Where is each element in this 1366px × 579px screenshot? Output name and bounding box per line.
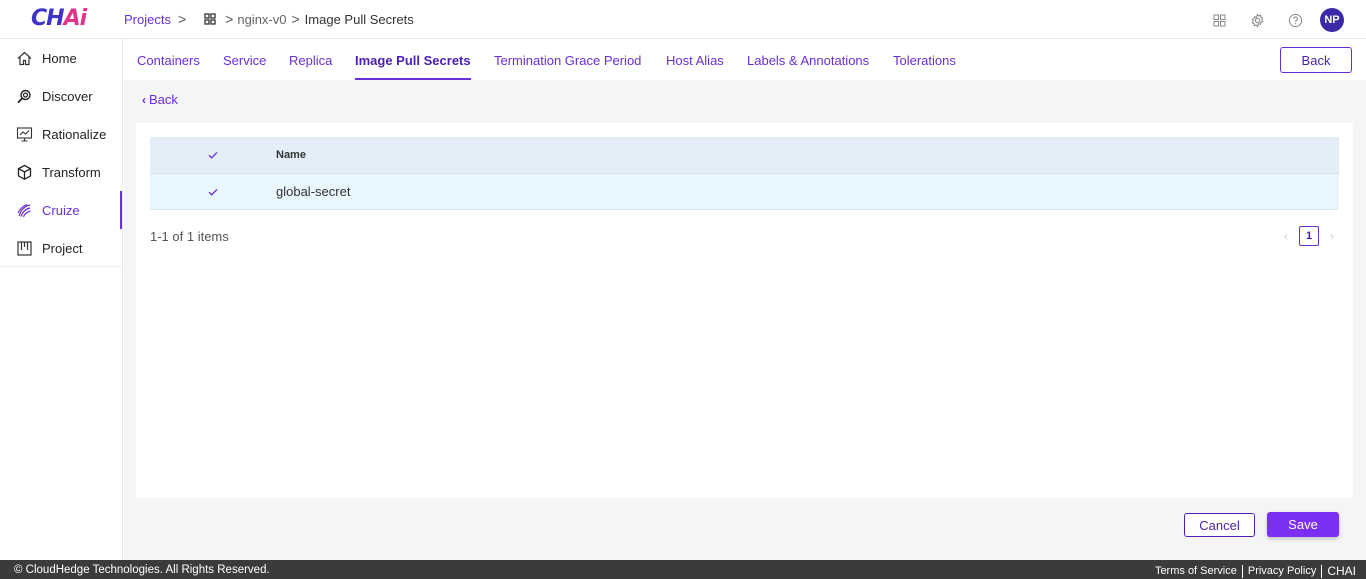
row-check-cell xyxy=(150,185,276,199)
prev-page-icon[interactable]: ‹ xyxy=(1279,229,1293,243)
grid-icon[interactable] xyxy=(204,13,216,25)
pagination: ‹ 1 › xyxy=(1279,226,1339,246)
sidebar-item-project[interactable]: Project xyxy=(0,229,122,267)
sidebar-item-cruize[interactable]: Cruize xyxy=(0,191,122,229)
cube-icon xyxy=(16,164,33,181)
select-all-checkbox[interactable] xyxy=(206,148,220,162)
tab-replica[interactable]: Replica xyxy=(289,53,332,80)
sidebar-divider xyxy=(0,266,122,267)
sidebar-item-label: Discover xyxy=(42,88,93,104)
cruize-icon xyxy=(16,202,33,219)
sidebar-item-label: Cruize xyxy=(42,202,80,218)
back-link[interactable]: ‹ Back xyxy=(142,92,178,107)
footer: © CloudHedge Technologies. All Rights Re… xyxy=(0,560,1366,579)
tab-image-pull-secrets[interactable]: Image Pull Secrets xyxy=(355,53,471,80)
save-button[interactable]: Save xyxy=(1267,512,1339,537)
secrets-table: Name global-secret xyxy=(150,137,1339,210)
cancel-button[interactable]: Cancel xyxy=(1184,513,1255,537)
back-link-label: Back xyxy=(149,92,178,107)
project-icon xyxy=(16,240,33,257)
tab-containers[interactable]: Containers xyxy=(137,53,200,80)
sidebar-item-label: Rationalize xyxy=(42,126,107,142)
discover-icon xyxy=(16,88,33,105)
sidebar-item-label: Home xyxy=(42,50,77,66)
breadcrumb-projects[interactable]: Projects xyxy=(124,12,171,27)
top-bar: CHAi Projects > > nginx-v0 > Image Pull … xyxy=(0,0,1366,39)
table-row[interactable]: global-secret xyxy=(150,174,1339,210)
breadcrumb-current: Image Pull Secrets xyxy=(304,11,414,27)
footer-divider xyxy=(1321,564,1323,578)
terms-link[interactable]: Terms of Service xyxy=(1155,565,1237,577)
gear-icon[interactable] xyxy=(1238,9,1276,31)
tab-service[interactable]: Service xyxy=(223,53,266,80)
breadcrumb: Projects > > nginx-v0 > Image Pull Secre… xyxy=(124,11,414,27)
main-content: Containers Service Replica Image Pull Se… xyxy=(124,39,1366,560)
breadcrumb-separator: > xyxy=(225,11,234,27)
chevron-left-icon: ‹ xyxy=(142,92,146,107)
top-icons: NP xyxy=(1200,8,1344,32)
apps-grid-icon[interactable] xyxy=(1200,9,1238,31)
privacy-link[interactable]: Privacy Policy xyxy=(1248,565,1316,577)
footer-links: Terms of Service Privacy Policy CHAI xyxy=(1155,564,1356,578)
avatar[interactable]: NP xyxy=(1320,8,1344,32)
column-header-name[interactable]: Name xyxy=(276,149,306,161)
tab-termination-grace-period[interactable]: Termination Grace Period xyxy=(494,53,641,80)
footer-divider xyxy=(1241,564,1243,578)
sidebar-item-home[interactable]: Home xyxy=(0,39,122,77)
item-count: 1-1 of 1 items xyxy=(150,229,229,244)
home-icon xyxy=(16,50,33,67)
page-number[interactable]: 1 xyxy=(1299,226,1319,246)
footer-brand: CHAI xyxy=(1327,564,1356,578)
next-page-icon[interactable]: › xyxy=(1325,229,1339,243)
breadcrumb-separator: > xyxy=(177,11,187,27)
help-icon[interactable] xyxy=(1276,9,1314,31)
row-checkbox[interactable] xyxy=(206,185,220,199)
tab-labels-annotations[interactable]: Labels & Annotations xyxy=(747,53,869,80)
tab-host-alias[interactable]: Host Alias xyxy=(666,53,724,80)
tab-bar: Containers Service Replica Image Pull Se… xyxy=(124,39,1366,80)
sidebar-item-discover[interactable]: Discover xyxy=(0,77,122,115)
secret-name: global-secret xyxy=(276,184,351,199)
select-all-cell xyxy=(150,148,276,162)
sidebar-item-label: Project xyxy=(42,240,83,256)
sidebar-item-transform[interactable]: Transform xyxy=(0,153,122,191)
sidebar-item-rationalize[interactable]: Rationalize xyxy=(0,115,122,153)
copyright-text: © CloudHedge Technologies. All Rights Re… xyxy=(14,564,270,576)
rationalize-icon xyxy=(16,126,33,143)
breadcrumb-project[interactable]: nginx-v0 xyxy=(237,12,286,27)
breadcrumb-separator: > xyxy=(291,11,300,27)
tab-tolerations[interactable]: Tolerations xyxy=(893,53,956,80)
chai-logo[interactable]: CHAi xyxy=(31,6,87,31)
check-icon xyxy=(208,188,218,196)
sidebar-item-label: Transform xyxy=(42,164,101,180)
sidebar: Home Discover Rationalize Transform Crui… xyxy=(0,39,123,560)
check-icon xyxy=(208,152,218,159)
back-button[interactable]: Back xyxy=(1280,47,1352,73)
table-header: Name xyxy=(150,137,1339,174)
secrets-card: Name global-secret 1-1 of 1 items ‹ 1 › xyxy=(136,123,1353,498)
